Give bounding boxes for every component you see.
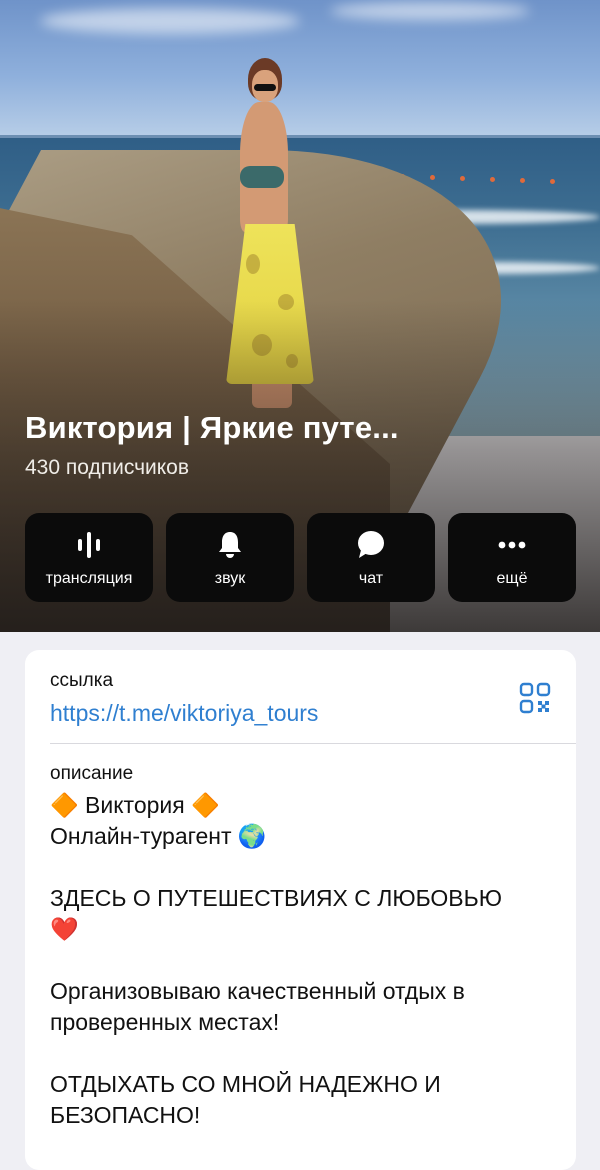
chat-button[interactable]: чат [307, 513, 435, 602]
channel-info-card: ссылка https://t.me/viktoriya_tours опис… [25, 650, 576, 1170]
chat-bubble-icon [307, 528, 435, 562]
description-line: ЗДЕСЬ О ПУТЕШЕСТВИЯХ С ЛЮБОВЬЮ [50, 885, 502, 911]
description-line: 🔶 Виктория 🔶 [50, 792, 220, 818]
description-line: БЕЗОПАСНО! [50, 1102, 201, 1128]
channel-title: Виктория | Яркие путе... [25, 410, 399, 445]
description-line: ОТДЫХАТЬ СО МНОЙ НАДЕЖНО И [50, 1071, 441, 1097]
more-dots-icon [448, 528, 576, 562]
sound-label: звук [214, 570, 246, 587]
description-label: описание [50, 763, 134, 784]
description-line: Организовываю качественный отдых в [50, 978, 465, 1004]
broadcast-button[interactable]: трансляция [25, 513, 153, 602]
channel-header: Виктория | Яркие путе... 430 подписчиков… [0, 0, 600, 632]
action-bar: трансляция звук чат ещё [25, 513, 576, 603]
description-line [50, 945, 565, 976]
description-line [50, 852, 565, 883]
broadcast-label: трансляция [45, 570, 133, 587]
divider [50, 743, 576, 744]
cloud [40, 8, 300, 34]
description-line: ❤️ [50, 916, 79, 942]
cloud [330, 2, 530, 20]
description-line [50, 1038, 565, 1069]
broadcast-icon [25, 528, 153, 562]
more-button[interactable]: ещё [448, 513, 576, 602]
qr-code-icon[interactable] [519, 682, 551, 714]
description-text: 🔶 Виктория 🔶 Онлайн-турагент 🌍 ЗДЕСЬ О П… [50, 790, 565, 1131]
channel-link[interactable]: https://t.me/viktoriya_tours [50, 700, 318, 727]
bell-icon [166, 528, 294, 562]
link-label: ссылка [50, 670, 114, 691]
sound-button[interactable]: звук [166, 513, 294, 602]
description-line: проверенных местах! [50, 1009, 280, 1035]
subscriber-count: 430 подписчиков [25, 456, 190, 479]
more-label: ещё [496, 570, 528, 587]
description-line: Онлайн-турагент 🌍 [50, 823, 267, 849]
chat-label: чат [358, 570, 384, 587]
